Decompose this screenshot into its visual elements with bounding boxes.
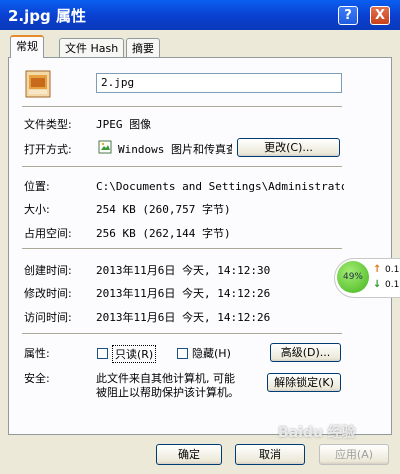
download-speed: 0.1 xyxy=(385,280,400,290)
size-on-disk-value: 256 KB (262,144 字节) xyxy=(96,227,231,240)
divider xyxy=(22,106,342,108)
hidden-label[interactable]: 隐藏(H) xyxy=(192,345,231,361)
change-button[interactable]: 更改(C)... xyxy=(237,138,340,157)
location-label: 位置: xyxy=(24,180,50,193)
upload-arrow-icon: ↑ xyxy=(373,264,382,275)
created-label: 创建时间: xyxy=(24,264,72,277)
cancel-button[interactable]: 取消 xyxy=(235,444,305,465)
help-button[interactable]: ? xyxy=(338,6,358,25)
advanced-button[interactable]: 高级(D)... xyxy=(270,343,341,362)
dialog-title: 2.jpg 属性 xyxy=(8,7,86,25)
size-label: 大小: xyxy=(24,203,50,216)
filename-input[interactable]: 2.jpg xyxy=(96,73,342,93)
accessed-value: 2013年11月6日 今天, 14:12:26 xyxy=(96,311,271,324)
download-arrow-icon: ↓ xyxy=(373,279,382,290)
tab-file-hash[interactable]: 文件 Hash xyxy=(59,38,125,57)
apply-button[interactable]: 应用(A) xyxy=(319,444,389,465)
size-value: 254 KB (260,757 字节) xyxy=(96,203,231,216)
properties-dialog: 2.jpg 属性 ? X 常规 文件 Hash 摘要 2.jpg 文件类型: J… xyxy=(0,0,400,474)
accessed-label: 访问时间: xyxy=(24,311,72,324)
readonly-label[interactable]: 只读(R) xyxy=(112,345,157,363)
modified-value: 2013年11月6日 今天, 14:12:26 xyxy=(96,287,271,300)
open-with-value: Windows 图片和传真查 xyxy=(118,143,232,156)
divider xyxy=(22,166,342,168)
modified-label: 修改时间: xyxy=(24,287,72,300)
file-type-label: 文件类型: xyxy=(24,118,72,131)
upload-speed: 0.1 xyxy=(385,265,400,275)
readonly-checkbox[interactable] xyxy=(97,348,108,359)
image-viewer-icon xyxy=(98,140,112,154)
tab-general[interactable]: 常规 xyxy=(10,35,44,58)
baidu-watermark: Baidu 经验 xyxy=(278,425,356,441)
title-bar[interactable]: 2.jpg 属性 ? X xyxy=(0,0,400,30)
attributes-label: 属性: xyxy=(24,347,50,360)
tab-summary[interactable]: 摘要 xyxy=(126,38,160,57)
divider xyxy=(22,248,342,250)
location-value: C:\Documents and Settings\Administrator\… xyxy=(96,180,344,193)
security-text-line2: 被阻止以帮助保护该计算机。 xyxy=(96,386,239,399)
hidden-checkbox[interactable] xyxy=(177,348,188,359)
created-value: 2013年11月6日 今天, 14:12:30 xyxy=(96,264,271,277)
cpu-percent-gauge: 49% xyxy=(337,261,369,293)
unblock-button[interactable]: 解除锁定(K) xyxy=(267,373,341,392)
close-button[interactable]: X xyxy=(370,6,390,25)
open-with-label: 打开方式: xyxy=(24,143,72,156)
ok-button[interactable]: 确定 xyxy=(156,444,222,465)
file-type-value: JPEG 图像 xyxy=(96,118,152,131)
divider xyxy=(22,333,342,335)
network-speed-widget[interactable]: 49% ↑ 0.1 ↓ 0.1 xyxy=(334,258,400,298)
security-label: 安全: xyxy=(24,372,50,385)
jpeg-file-icon xyxy=(25,70,51,98)
size-on-disk-label: 占用空间: xyxy=(24,227,72,240)
